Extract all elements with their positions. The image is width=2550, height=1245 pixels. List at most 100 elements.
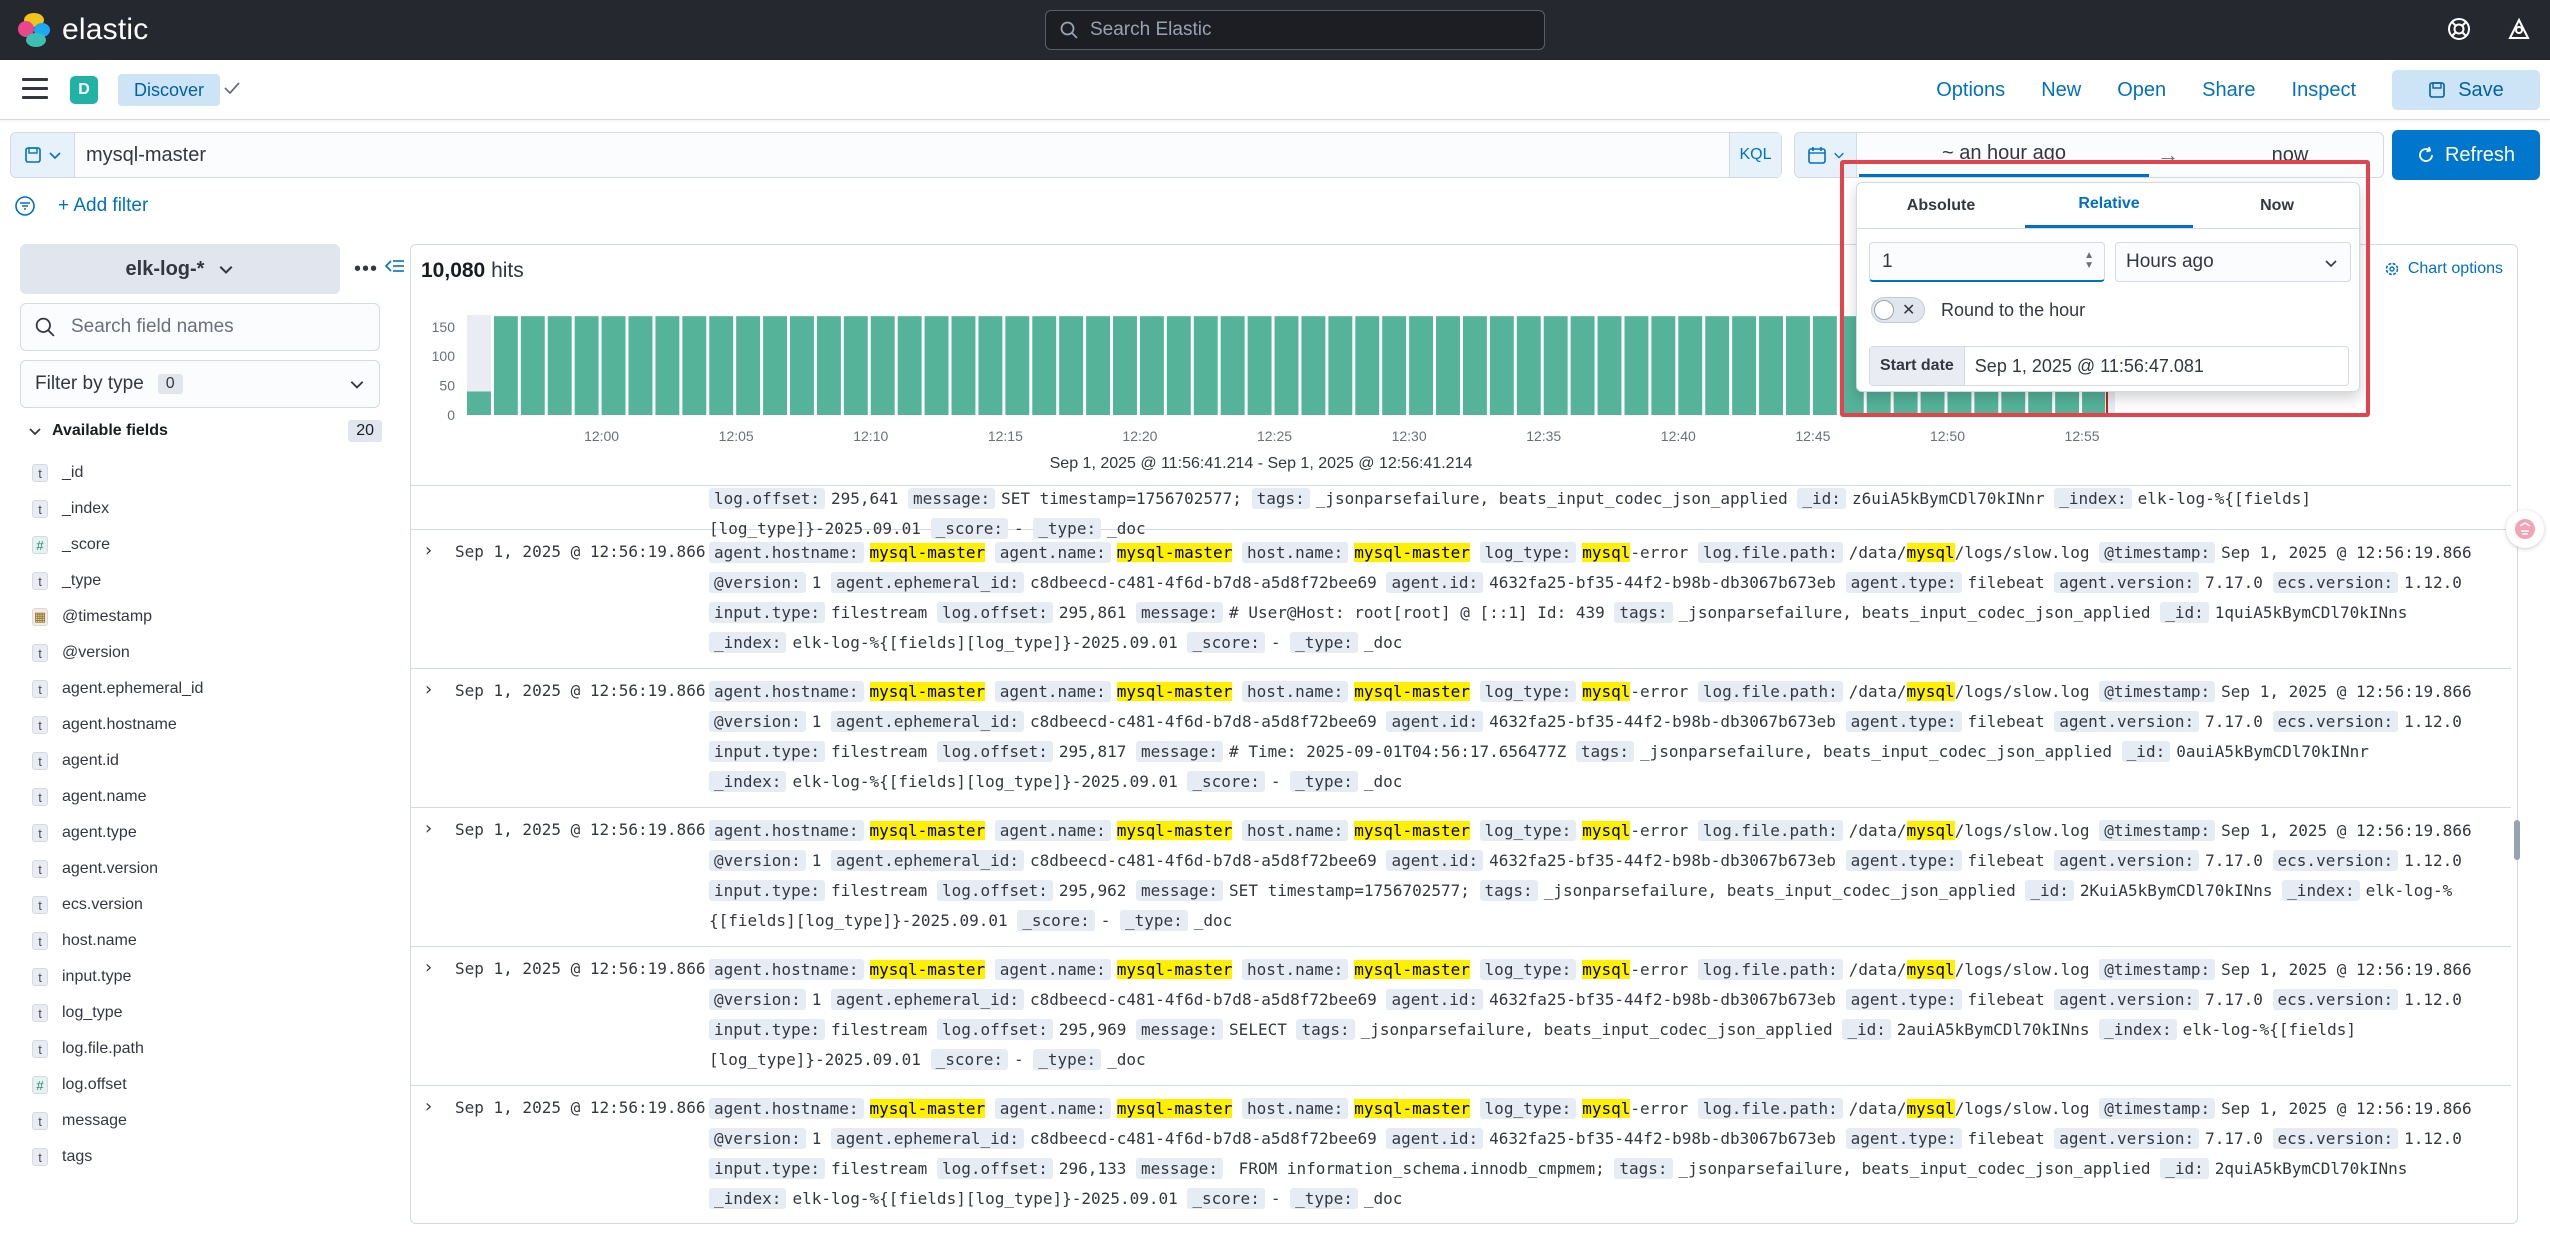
inspect-link[interactable]: Inspect [2292, 79, 2356, 102]
save-button[interactable]: Save [2392, 70, 2540, 110]
options-link[interactable]: Options [1936, 79, 2005, 102]
histogram-bar[interactable] [1301, 316, 1326, 415]
field-list-item[interactable]: t agent.version [32, 851, 203, 887]
tab-relative[interactable]: Relative [2025, 183, 2193, 228]
tab-now[interactable]: Now [2193, 183, 2361, 228]
histogram-bar[interactable] [1032, 316, 1057, 415]
field-list-item[interactable]: # log.offset [32, 1067, 203, 1103]
histogram-bar[interactable] [1705, 316, 1730, 415]
histogram-bar[interactable] [1193, 316, 1218, 415]
end-date-button[interactable]: now [2195, 133, 2385, 177]
help-icon[interactable] [2446, 16, 2472, 42]
chevron-check-icon[interactable] [222, 78, 242, 98]
more-options-icon[interactable]: ••• [354, 258, 378, 281]
histogram-bar[interactable] [1247, 316, 1272, 415]
round-to-hour-toggle[interactable]: ✕ [1871, 297, 1925, 323]
histogram-bar[interactable] [1139, 316, 1164, 415]
field-list-item[interactable]: ▦ @timestamp [32, 599, 203, 635]
relative-amount-input[interactable]: 1 ▲ ▼ [1869, 242, 2105, 282]
relative-unit-select[interactable]: Hours ago [2115, 242, 2351, 282]
add-filter-button[interactable]: + Add filter [58, 195, 148, 217]
field-list-item[interactable]: t _type [32, 563, 203, 599]
histogram-bar[interactable] [1328, 316, 1353, 415]
scrollbar-thumb[interactable] [2514, 820, 2520, 860]
histogram-bar[interactable] [870, 316, 895, 415]
elastic-logo[interactable]: elastic [18, 13, 148, 47]
histogram-bar[interactable] [763, 316, 788, 415]
histogram-bar[interactable] [1436, 316, 1460, 415]
histogram-bar[interactable] [1759, 316, 1783, 415]
field-list-item[interactable]: t ecs.version [32, 887, 203, 923]
histogram-bar[interactable] [1274, 316, 1299, 415]
user-menu-icon[interactable] [2506, 16, 2532, 42]
share-link[interactable]: Share [2202, 79, 2255, 102]
space-avatar[interactable]: D [70, 76, 98, 104]
expand-row-icon[interactable]: › [423, 1096, 434, 1117]
field-list-item[interactable]: t host.name [32, 923, 203, 959]
histogram-bar[interactable] [897, 316, 922, 415]
histogram-bar[interactable] [1382, 316, 1407, 415]
field-list-item[interactable]: t _index [32, 491, 203, 527]
histogram-bar[interactable] [709, 316, 734, 415]
histogram-bar[interactable] [1624, 316, 1649, 415]
histogram-bar[interactable] [951, 316, 976, 415]
histogram-bar[interactable] [1812, 316, 1837, 415]
field-list-item[interactable]: t agent.hostname [32, 707, 203, 743]
filter-menu-icon[interactable] [14, 195, 36, 217]
field-list-item[interactable]: t log.file.path [32, 1031, 203, 1067]
histogram-bar[interactable] [467, 391, 491, 415]
collapse-sidebar-icon[interactable] [384, 256, 406, 276]
field-list-item[interactable]: t _id [32, 455, 203, 491]
menu-toggle-icon[interactable] [22, 78, 48, 100]
filter-by-type-button[interactable]: Filter by type 0 [20, 360, 380, 408]
histogram-bar[interactable] [736, 316, 761, 415]
field-search-input[interactable]: Search field names [20, 303, 380, 351]
number-stepper-icon[interactable]: ▲ ▼ [2084, 251, 2094, 271]
new-link[interactable]: New [2041, 79, 2081, 102]
histogram-bar[interactable] [1220, 316, 1245, 415]
refresh-button[interactable]: Refresh [2392, 130, 2540, 180]
histogram-bar[interactable] [520, 316, 545, 415]
histogram-bar[interactable] [924, 316, 949, 415]
histogram-bar[interactable] [628, 316, 653, 415]
quick-select-button[interactable] [1795, 133, 1857, 177]
field-list-item[interactable]: t @version [32, 635, 203, 671]
histogram-bar[interactable] [547, 316, 572, 415]
kql-language-button[interactable]: KQL [1729, 133, 1781, 177]
field-list-item[interactable]: t tags [32, 1139, 203, 1175]
field-list-item[interactable]: t agent.id [32, 743, 203, 779]
field-list-item[interactable]: t agent.ephemeral_id [32, 671, 203, 707]
breadcrumb-discover[interactable]: Discover [118, 74, 221, 106]
histogram-bar[interactable] [843, 316, 868, 415]
histogram-bar[interactable] [574, 316, 599, 415]
histogram-bar[interactable] [1005, 316, 1030, 415]
histogram-bar[interactable] [1489, 316, 1514, 415]
histogram-bar[interactable] [1516, 316, 1541, 415]
expand-row-icon[interactable]: › [423, 818, 434, 839]
histogram-bar[interactable] [1785, 316, 1810, 415]
field-list-item[interactable]: t agent.type [32, 815, 203, 851]
index-pattern-selector[interactable]: elk-log-* [20, 244, 340, 294]
start-date-field[interactable]: Start date Sep 1, 2025 @ 11:56:47.081 [1869, 346, 2349, 386]
open-link[interactable]: Open [2117, 79, 2166, 102]
query-input[interactable]: mysql-master [86, 144, 206, 167]
global-search-input[interactable]: Search Elastic [1045, 10, 1545, 50]
field-list-item[interactable]: t log_type [32, 995, 203, 1031]
field-list-item[interactable]: t agent.name [32, 779, 203, 815]
available-fields-header[interactable]: Available fields 20 [28, 420, 382, 442]
expand-row-icon[interactable]: › [423, 679, 434, 700]
histogram-bar[interactable] [1086, 316, 1111, 415]
field-list-item[interactable]: t message [32, 1103, 203, 1139]
histogram-bar[interactable] [1113, 316, 1137, 415]
histogram-bar[interactable] [1355, 316, 1380, 415]
histogram-bar[interactable] [1059, 316, 1084, 415]
start-date-button[interactable]: ~ an hour ago [1859, 133, 2149, 177]
histogram-bar[interactable] [1462, 316, 1487, 415]
assistant-bubble-icon[interactable] [2506, 510, 2544, 548]
histogram-bar[interactable] [978, 316, 1003, 415]
histogram-bar[interactable] [601, 316, 626, 415]
tab-absolute[interactable]: Absolute [1857, 183, 2025, 228]
histogram-bar[interactable] [1166, 316, 1191, 415]
histogram-bar[interactable] [1570, 316, 1595, 415]
histogram-bar[interactable] [1651, 316, 1676, 415]
